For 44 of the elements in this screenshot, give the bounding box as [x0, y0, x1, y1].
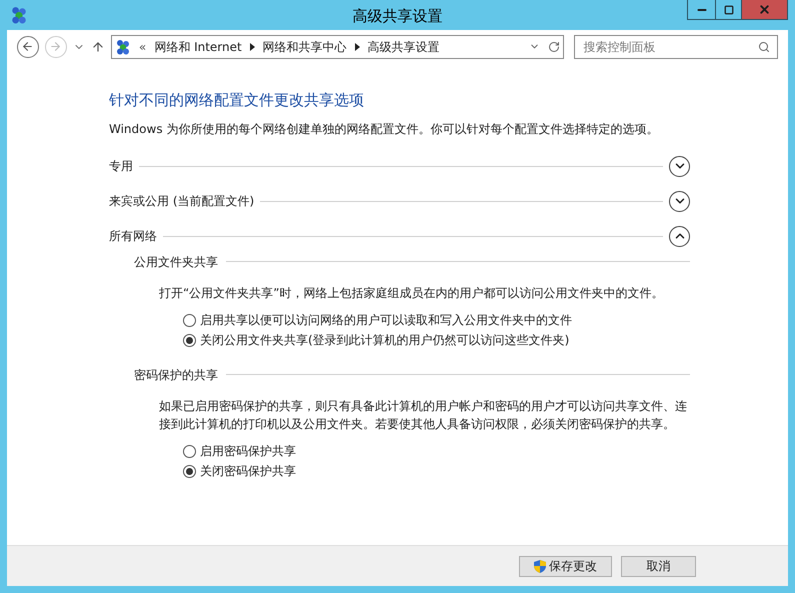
- radio-button[interactable]: [183, 464, 196, 478]
- breadcrumb-item[interactable]: 网络和 Internet: [154, 38, 242, 56]
- breadcrumb-overflow[interactable]: «: [138, 38, 146, 56]
- option-label[interactable]: 启用密码保护共享: [200, 442, 296, 460]
- chevron-right-icon[interactable]: [250, 42, 255, 50]
- up-button[interactable]: [90, 40, 105, 54]
- window-title: 高级共享设置: [352, 6, 442, 27]
- arrow-left-icon: [21, 40, 34, 53]
- network-icon: [114, 38, 131, 54]
- option-label[interactable]: 关闭密码保护共享: [200, 462, 296, 480]
- arrow-right-icon: [49, 40, 62, 53]
- profile-label[interactable]: 专用: [109, 157, 133, 175]
- radio-button[interactable]: [183, 444, 196, 458]
- minimize-button[interactable]: [687, 0, 716, 20]
- profile-label[interactable]: 所有网络: [109, 227, 157, 245]
- breadcrumb-item[interactable]: 网络和共享中心: [262, 38, 347, 56]
- chevron-right-icon[interactable]: [354, 42, 360, 50]
- intro-text: Windows 为你所使用的每个网络创建单独的网络配置文件。你可以针对每个配置文件选择特定的选项。: [109, 120, 660, 138]
- search-field[interactable]: 搜索控制面板: [574, 34, 778, 58]
- group-description: 打开“公用文件夹共享”时，网络上包括家庭组成员在内的用户都可以访问公用文件夹中的文件。: [158, 284, 664, 302]
- network-icon: [10, 6, 28, 24]
- maximize-icon: [724, 4, 734, 14]
- radio-button[interactable]: [183, 334, 196, 346]
- search-icon[interactable]: [758, 40, 770, 52]
- group-description: 如果已启用密码保护的共享，则只有具备此计算机的用户帐户和密码的用户才可以访问共享文件、连接到此计算机的打印机以及公用文件夹。若要使其他人具备访问权限，必须关闭密码保护的共享。: [158, 398, 688, 432]
- refresh-icon[interactable]: [548, 40, 560, 52]
- address-bar[interactable]: « 网络和 Internet 网络和共享中心 高级共享设置: [110, 34, 564, 58]
- expand-button[interactable]: [669, 190, 690, 212]
- cancel-button[interactable]: 取消: [621, 556, 696, 576]
- expand-button[interactable]: [669, 156, 690, 176]
- option-label[interactable]: 关闭公用文件夹共享(登录到此计算机的用户仍然可以访问这些文件夹): [200, 331, 570, 349]
- collapse-button[interactable]: [669, 226, 690, 246]
- page-heading: 针对不同的网络配置文件更改共享选项: [109, 90, 365, 111]
- group-title: 公用文件夹共享: [134, 254, 218, 270]
- radio-button[interactable]: [183, 314, 196, 326]
- option-label[interactable]: 启用共享以便可以访问网络的用户可以读取和写入公用文件夹中的文件: [200, 311, 572, 329]
- save-button[interactable]: 保存更改: [519, 556, 612, 576]
- back-button[interactable]: [17, 36, 39, 58]
- shield-icon: [534, 560, 546, 572]
- group-title: 密码保护的共享: [134, 366, 218, 384]
- close-icon: [758, 3, 771, 16]
- close-button[interactable]: [742, 0, 788, 20]
- profile-label[interactable]: 来宾或公用 (当前配置文件): [109, 192, 254, 210]
- breadcrumb-item[interactable]: 高级共享设置: [368, 38, 440, 56]
